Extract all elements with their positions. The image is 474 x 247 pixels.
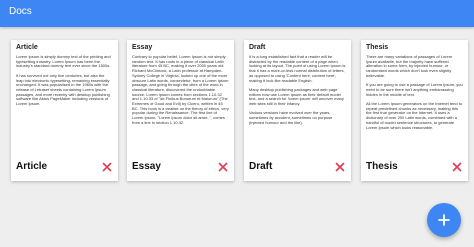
- delete-button[interactable]: [218, 162, 228, 172]
- card-body: It is a long established fact that a rea…: [249, 55, 346, 125]
- card-body: Contrary to popular belief, Lorem Ipsum …: [132, 55, 229, 125]
- card-footer-title: Essay: [132, 161, 161, 172]
- card-title: Article: [16, 44, 38, 51]
- delete-button[interactable]: [452, 162, 462, 172]
- card-footer-title: Article: [16, 161, 48, 172]
- card-footer-title: Draft: [249, 161, 273, 172]
- doc-card-draft[interactable]: Draft It is a long established fact that…: [244, 40, 351, 181]
- close-icon: [102, 162, 112, 172]
- card-body: Lorem Ipsum is simply dummy text of the …: [16, 55, 111, 107]
- plus-icon: [438, 214, 450, 226]
- close-icon: [218, 162, 228, 172]
- doc-card-thesis[interactable]: Thesis There are many variations of pass…: [361, 40, 468, 181]
- card-title: Draft: [249, 44, 266, 51]
- close-icon: [335, 162, 345, 172]
- card-title: Essay: [132, 44, 153, 51]
- card-title: Thesis: [366, 44, 389, 51]
- close-icon: [452, 162, 462, 172]
- doc-card-essay[interactable]: Essay Contrary to popular belief, Lorem …: [127, 40, 234, 181]
- doc-card-article[interactable]: Article Lorem Ipsum is simply dummy text…: [11, 40, 118, 181]
- delete-button[interactable]: [102, 162, 112, 172]
- card-body: There are many variations of passages of…: [366, 55, 463, 130]
- delete-button[interactable]: [335, 162, 345, 172]
- add-document-button[interactable]: [427, 203, 461, 237]
- app-bar: Docs: [0, 0, 474, 27]
- card-footer-title: Thesis: [366, 161, 398, 172]
- app-title: Docs: [9, 6, 32, 17]
